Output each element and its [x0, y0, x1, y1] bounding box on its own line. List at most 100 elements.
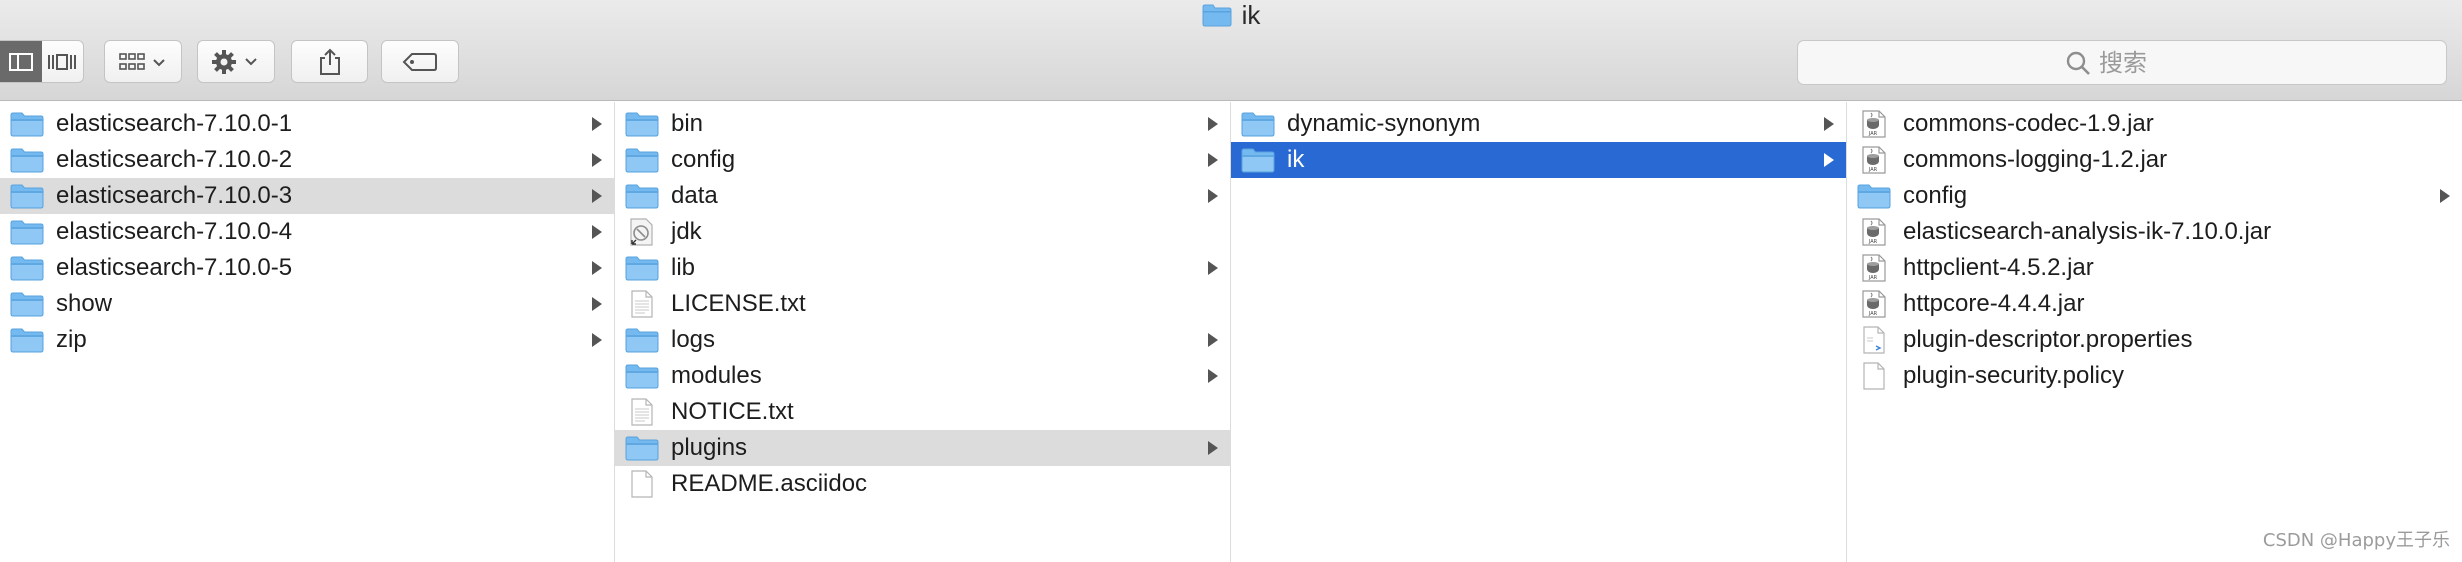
item-label: config	[671, 146, 736, 173]
file-row[interactable]: README.asciidoc	[615, 466, 1230, 502]
folder-row[interactable]: show	[0, 286, 614, 322]
action-menu-button[interactable]	[197, 40, 275, 83]
share-button[interactable]	[291, 40, 368, 83]
column-4[interactable]: JAR commons-codec-1.9.jar JAR commons-loggi…	[1847, 102, 2462, 562]
view-mode-segment[interactable]	[0, 40, 84, 83]
disclosure-arrow-icon	[592, 261, 602, 275]
jar-file-icon: JAR	[1857, 110, 1891, 138]
column-3[interactable]: dynamic-synonym ik	[1231, 102, 1847, 562]
folder-icon	[625, 146, 659, 174]
item-label: NOTICE.txt	[671, 398, 794, 425]
group-by-button[interactable]	[104, 40, 182, 83]
folder-icon	[625, 254, 659, 282]
edit-tags-button[interactable]	[381, 40, 459, 83]
gear-icon	[212, 49, 257, 74]
folder-icon	[625, 326, 659, 354]
file-row[interactable]: NOTICE.txt	[615, 394, 1230, 430]
folder-icon	[10, 182, 44, 210]
folder-row[interactable]: lib	[615, 250, 1230, 286]
column-2[interactable]: bin config data jdk lib LICENSE.txt logs module…	[615, 102, 1231, 562]
item-label: elasticsearch-7.10.0-5	[56, 254, 293, 281]
window-title-bar: ik	[0, 0, 2462, 30]
item-label: elasticsearch-7.10.0-2	[56, 146, 293, 173]
item-label: logs	[671, 326, 716, 353]
folder-icon	[625, 434, 659, 462]
file-row[interactable]: plugin-security.policy	[1847, 358, 2462, 394]
file-row[interactable]: LICENSE.txt	[615, 286, 1230, 322]
folder-row[interactable]: elasticsearch-7.10.0-2	[0, 142, 614, 178]
folder-row[interactable]: elasticsearch-7.10.0-3	[0, 178, 614, 214]
item-label: plugin-security.policy	[1903, 362, 2124, 389]
item-label: elasticsearch-7.10.0-3	[56, 182, 293, 209]
folder-row[interactable]: config	[1847, 178, 2462, 214]
folder-row[interactable]: elasticsearch-7.10.0-5	[0, 250, 614, 286]
folder-row[interactable]: elasticsearch-7.10.0-4	[0, 214, 614, 250]
item-label: zip	[56, 326, 87, 353]
svg-text:JAR: JAR	[1868, 311, 1878, 317]
disclosure-arrow-icon	[1208, 117, 1218, 131]
item-label: lib	[671, 254, 696, 281]
disclosure-arrow-icon	[592, 297, 602, 311]
folder-row[interactable]: dynamic-synonym	[1231, 106, 1846, 142]
folder-icon	[10, 290, 44, 318]
item-label: bin	[671, 110, 704, 137]
disclosure-arrow-icon	[592, 117, 602, 131]
folder-icon	[625, 110, 659, 138]
disclosure-arrow-icon	[2440, 189, 2450, 203]
folder-icon	[10, 254, 44, 282]
columns-view-icon[interactable]	[0, 41, 42, 82]
folder-icon	[10, 218, 44, 246]
folder-icon	[10, 146, 44, 174]
folder-row[interactable]: plugins	[615, 430, 1230, 466]
svg-text:JAR: JAR	[1868, 131, 1878, 137]
group-by-icon	[119, 52, 165, 70]
file-row[interactable]: plugin-descriptor.properties	[1847, 322, 2462, 358]
item-label: ik	[1287, 146, 1305, 173]
item-label: plugins	[671, 434, 748, 461]
file-row[interactable]: JAR httpcore-4.4.4.jar	[1847, 286, 2462, 322]
folder-row[interactable]: modules	[615, 358, 1230, 394]
folder-row[interactable]: ik	[1231, 142, 1846, 178]
folder-icon	[10, 326, 44, 354]
item-label: modules	[671, 362, 762, 389]
svg-text:JAR: JAR	[1868, 167, 1878, 173]
jar-file-icon: JAR	[1857, 254, 1891, 282]
column-1[interactable]: elasticsearch-7.10.0-1 elasticsearch-7.10…	[0, 102, 615, 562]
jar-file-icon: JAR	[1857, 218, 1891, 246]
file-row[interactable]: JAR commons-codec-1.9.jar	[1847, 106, 2462, 142]
folder-row[interactable]: data	[615, 178, 1230, 214]
svg-text:JAR: JAR	[1868, 275, 1878, 281]
item-label: README.asciidoc	[671, 470, 868, 497]
folder-row[interactable]: zip	[0, 322, 614, 358]
gallery-view-icon[interactable]	[42, 41, 84, 82]
text-file-icon	[625, 290, 659, 318]
item-label: httpcore-4.4.4.jar	[1903, 290, 2085, 317]
search-field[interactable]	[1797, 40, 2447, 85]
folder-row[interactable]: logs	[615, 322, 1230, 358]
folder-icon	[1857, 182, 1891, 210]
text-file-icon	[625, 398, 659, 426]
item-label: show	[56, 290, 113, 317]
file-row[interactable]: JAR commons-logging-1.2.jar	[1847, 142, 2462, 178]
item-label: elasticsearch-7.10.0-4	[56, 218, 293, 245]
search-input[interactable]	[2099, 48, 2179, 77]
folder-row[interactable]: bin	[615, 106, 1230, 142]
item-label: data	[671, 182, 718, 209]
folder-icon	[625, 362, 659, 390]
file-row[interactable]: JAR httpclient-4.5.2.jar	[1847, 250, 2462, 286]
folder-row[interactable]: elasticsearch-7.10.0-1	[0, 106, 614, 142]
folder-row[interactable]: config	[615, 142, 1230, 178]
finder-toolbar: ik	[0, 0, 2462, 101]
folder-icon	[10, 110, 44, 138]
jar-file-icon: JAR	[1857, 290, 1891, 318]
file-row[interactable]: jdk	[615, 214, 1230, 250]
file-row[interactable]: JAR elasticsearch-analysis-ik-7.10.0.jar	[1847, 214, 2462, 250]
disclosure-arrow-icon	[1208, 333, 1218, 347]
item-label: dynamic-synonym	[1287, 110, 1481, 137]
disclosure-arrow-icon	[1208, 189, 1218, 203]
item-label: config	[1903, 182, 1968, 209]
disclosure-arrow-icon	[1208, 153, 1218, 167]
folder-icon	[1241, 146, 1275, 174]
blank-file-icon	[625, 470, 659, 498]
disclosure-arrow-icon	[1208, 369, 1218, 383]
